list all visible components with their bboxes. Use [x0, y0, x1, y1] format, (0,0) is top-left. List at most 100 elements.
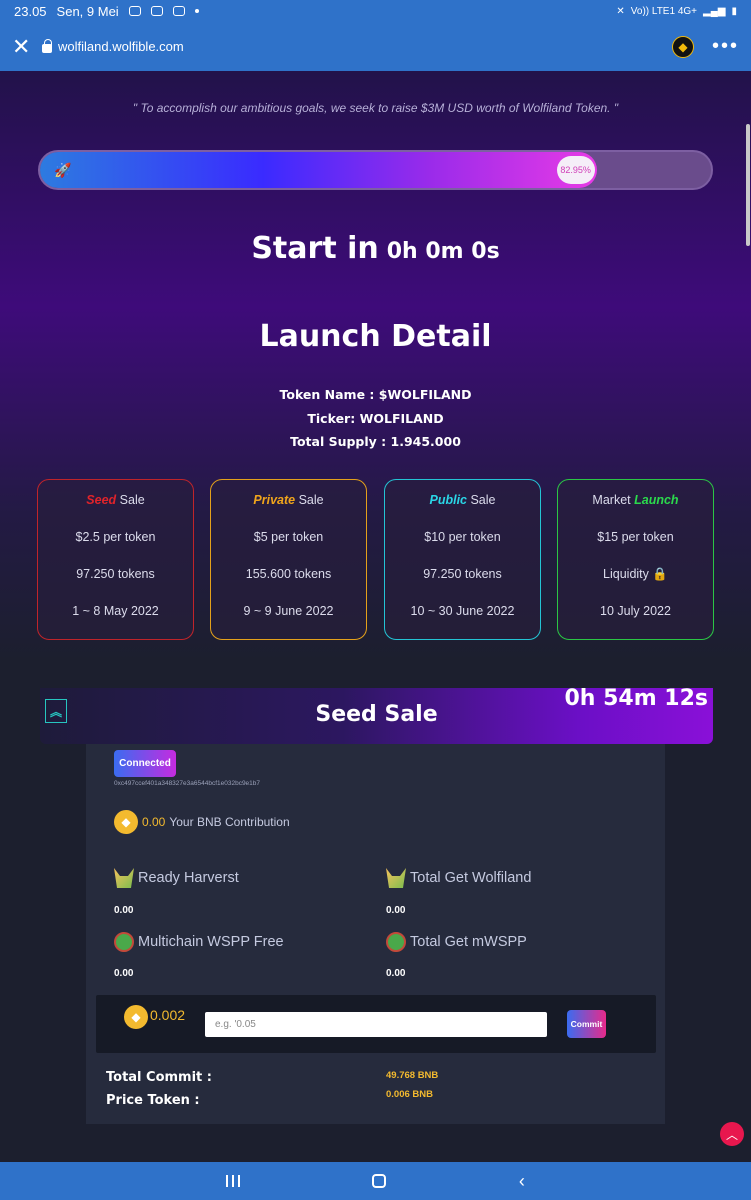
stage-card-public: Public Sale $10 per token 97.250 tokens … — [384, 479, 541, 640]
stat-multichain-wspp-free: Multichain WSPP Free — [114, 932, 284, 952]
system-nav-bar: ‹ — [0, 1162, 751, 1200]
progress-percent-label: 82.95% — [556, 156, 595, 184]
browser-toolbar: ✕ wolfiland.wolfible.com ◆ ••• — [0, 22, 751, 71]
total-commit-label: Total Commit : — [106, 1070, 212, 1085]
stage-title-rest: Sale — [467, 493, 496, 507]
wspp-icon — [114, 932, 134, 952]
stage-highlight: Seed — [86, 493, 117, 507]
stage-date: 10 ~ 30 June 2022 — [410, 604, 515, 618]
stage-amount: Liquidity 🔒 — [603, 567, 668, 581]
stage-price: $15 per token — [597, 530, 674, 544]
progress-fill: 🚀 82.95% — [40, 152, 597, 188]
launch-detail-title: Launch Detail — [259, 319, 492, 354]
sale-stages: Seed Sale $2.5 per token 97.250 tokens 1… — [37, 479, 716, 640]
stage-amount: 97.250 tokens — [423, 567, 502, 581]
stage-card-private: Private Sale $5 per token 155.600 tokens… — [210, 479, 367, 640]
stat-value: 0.00 — [386, 968, 406, 979]
stage-price: $2.5 per token — [75, 530, 156, 544]
stage-card-seed: Seed Sale $2.5 per token 97.250 tokens 1… — [37, 479, 194, 640]
notification-dot-icon — [194, 9, 199, 13]
stage-date: 1 ~ 8 May 2022 — [72, 604, 159, 618]
stage-title-rest: Sale — [295, 493, 324, 507]
raise-progress-bar: 🚀 82.95% — [38, 150, 713, 190]
seed-sale-header: ︽ Seed Sale 0h 54m 12s — [40, 686, 713, 744]
bnb-contribution: ◆ 0.00 Your BNB Contribution — [114, 810, 290, 834]
stage-amount: 97.250 tokens — [76, 567, 155, 581]
bnb-extension-icon[interactable]: ◆ — [671, 35, 694, 58]
stat-value: 0.00 — [114, 968, 134, 979]
stage-title-rest: Sale — [116, 493, 145, 507]
stat-ready-harvest: Ready Harverst — [114, 868, 239, 888]
start-label: Start in — [251, 231, 379, 266]
bnb-coin-icon: ◆ — [124, 1005, 148, 1029]
start-countdown: Start in 0h 0m 0s — [0, 231, 751, 266]
stage-price: $10 per token — [424, 530, 501, 544]
stat-value: 0.00 — [114, 905, 134, 916]
ticker: Ticker: WOLFILAND — [307, 410, 444, 426]
stage-title: Private Sale — [211, 492, 366, 509]
signal-icon: ▂▄▆ — [703, 5, 726, 17]
bnb-coin-icon: ◆ — [114, 810, 138, 834]
commit-form: ◆ 0.002 Commit — [96, 995, 656, 1053]
more-options-icon[interactable]: ••• — [712, 35, 739, 58]
stage-highlight: Public — [429, 493, 467, 507]
token-info: Token Name : $WOLFILAND Ticker: WOLFILAN… — [0, 383, 751, 454]
price-token-label: Price Token : — [106, 1093, 200, 1108]
home-icon[interactable] — [372, 1174, 387, 1188]
app-icon — [172, 6, 185, 16]
stat-value: 0.00 — [386, 905, 406, 916]
wspp-icon — [386, 932, 406, 952]
stage-title: Seed Sale — [38, 492, 193, 509]
status-time: 23.05 — [14, 3, 47, 19]
status-date: Sen, 9 Mei — [56, 3, 119, 19]
total-supply: Total Supply : 1.945.000 — [290, 434, 461, 449]
contribution-amount: 0.00 — [142, 815, 166, 829]
stage-amount: 155.600 tokens — [245, 567, 332, 581]
stage-title: Market Launch — [558, 492, 713, 509]
stat-label: Total Get Wolfiland — [410, 870, 532, 886]
stage-date: 9 ~ 9 June 2022 — [243, 604, 334, 618]
countdown-value: 0h 0m 0s — [386, 239, 500, 264]
contribution-label: Your BNB Contribution — [169, 815, 290, 829]
stat-label: Ready Harverst — [138, 870, 239, 886]
battery-icon: ▮ — [731, 5, 737, 17]
stage-price: $5 per token — [253, 530, 324, 544]
mute-icon: ✕ — [616, 5, 625, 17]
price-token-value: 0.006 BNB — [386, 1089, 433, 1100]
back-icon[interactable]: ‹ — [519, 1171, 525, 1192]
stage-title-prefix: Market — [592, 493, 635, 507]
seed-sale-panel: Connected 0xc497ccef401a348327e3a6544bcf… — [86, 744, 665, 1124]
stage-highlight: Launch — [634, 493, 679, 507]
commit-button[interactable]: Commit — [567, 1010, 606, 1038]
lock-icon — [42, 39, 52, 53]
stage-title: Public Sale — [385, 492, 540, 509]
fundraise-quote: " To accomplish our ambitious goals, we … — [132, 101, 619, 115]
wallet-address: 0xc497ccef401a348327e3a6544bcf1e032bc9e1… — [114, 780, 261, 787]
total-commit-value: 49.768 BNB — [386, 1070, 439, 1081]
close-icon[interactable]: ✕ — [12, 34, 32, 60]
recent-apps-icon[interactable] — [226, 1175, 241, 1187]
page-scrollbar[interactable] — [746, 124, 750, 246]
network-label: Vo)) LTE1 4G+ — [630, 5, 698, 17]
wolf-icon — [114, 868, 134, 888]
token-name: Token Name : $WOLFILAND — [279, 387, 472, 402]
discord-icon — [150, 6, 163, 16]
bnb-min-value: 0.002 — [150, 1007, 186, 1023]
wolf-icon — [386, 868, 406, 888]
stat-total-get-wolfiland: Total Get Wolfiland — [386, 868, 531, 888]
discord-icon — [128, 6, 141, 16]
status-bar: 23.05 Sen, 9 Mei ✕ Vo)) LTE1 4G+ ▂▄▆ ▮ — [0, 0, 751, 22]
scroll-to-top-button[interactable]: ︿ — [720, 1122, 744, 1146]
stat-label: Multichain WSPP Free — [138, 934, 284, 950]
stat-label: Total Get mWSPP — [410, 934, 527, 950]
rocket-icon: 🚀 — [54, 162, 72, 178]
connected-button[interactable]: Connected — [114, 750, 176, 777]
bnb-amount-input[interactable] — [205, 1012, 547, 1037]
url-text[interactable]: wolfiland.wolfible.com — [58, 39, 184, 54]
hero-section: " To accomplish our ambitious goals, we … — [0, 71, 751, 661]
stage-highlight: Private — [253, 493, 296, 507]
seed-sale-timer: 0h 54m 12s — [564, 686, 708, 711]
stage-card-market-launch: Market Launch $15 per token Liquidity 🔒 … — [557, 479, 714, 640]
stage-date: 10 July 2022 — [600, 604, 671, 618]
stat-total-get-mwspp: Total Get mWSPP — [386, 932, 527, 952]
